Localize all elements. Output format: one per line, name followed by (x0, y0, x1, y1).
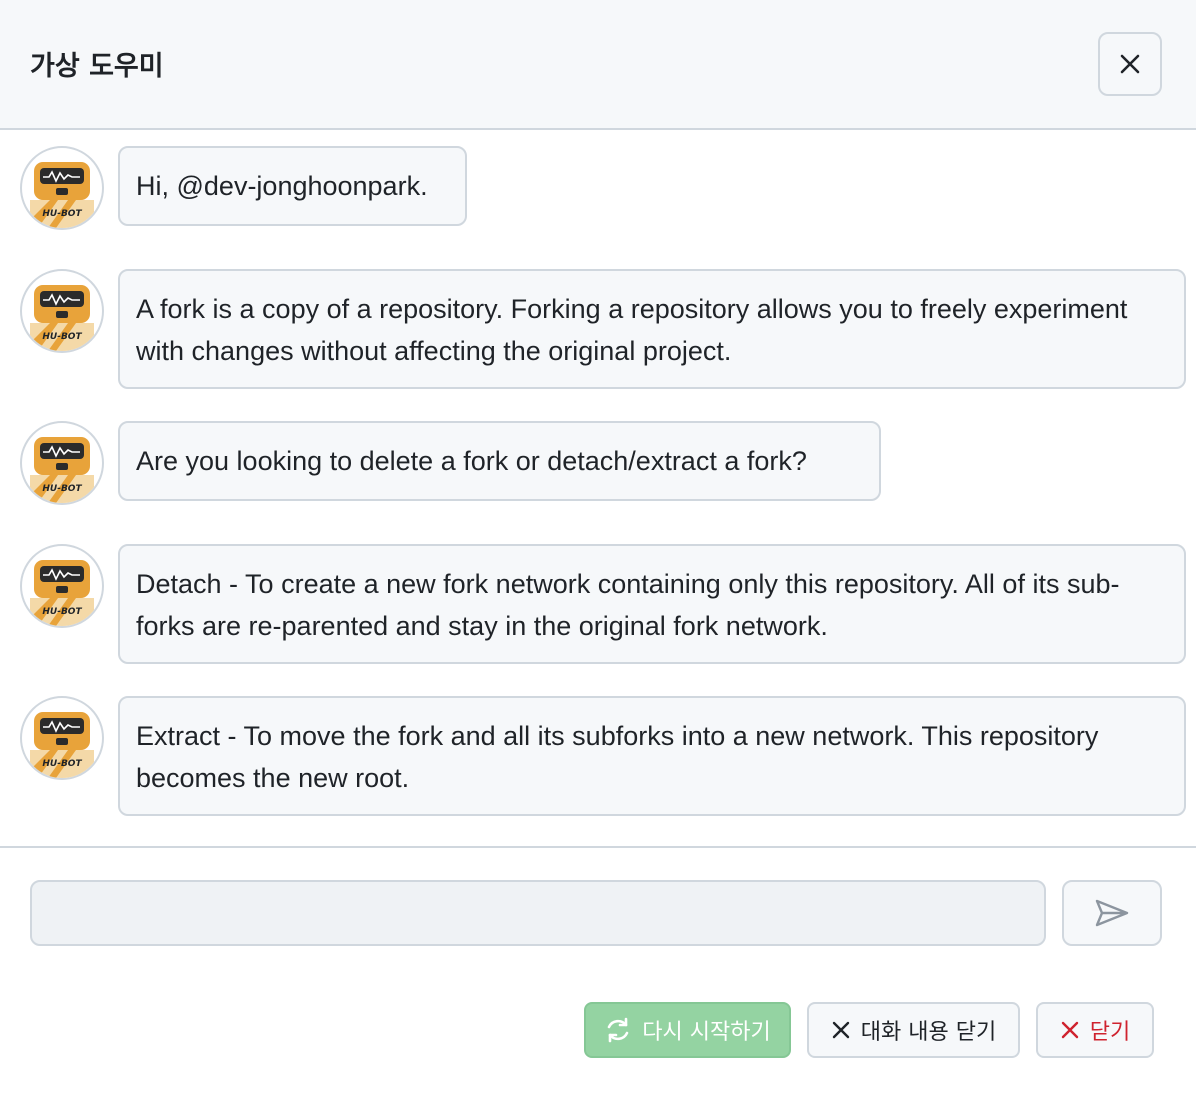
close-icon (1061, 1021, 1078, 1039)
message-bubble: Are you looking to delete a fork or deta… (118, 421, 881, 501)
robot-icon: HU-BOT (30, 712, 94, 778)
bot-avatar: HU-BOT (20, 146, 104, 230)
bot-badge-text: HU-BOT (42, 332, 82, 342)
close-chat-button[interactable]: 대화 내용 닫기 (807, 1002, 1020, 1058)
dialog-title: 가상 도우미 (30, 51, 164, 82)
send-button[interactable] (1062, 880, 1162, 946)
robot-icon: HU-BOT (30, 437, 94, 503)
close-button[interactable]: 닫기 (1036, 1002, 1154, 1058)
refresh-icon (607, 1017, 629, 1043)
bot-badge-text: HU-BOT (42, 607, 82, 617)
bot-avatar: HU-BOT (20, 544, 104, 628)
send-icon (1095, 899, 1129, 927)
robot-icon: HU-BOT (30, 162, 94, 228)
close-chat-label: 대화 내용 닫기 (860, 1020, 997, 1045)
close-dialog-button[interactable] (1098, 32, 1162, 96)
dialog-header: 가상 도우미 (0, 0, 1196, 130)
close-label: 닫기 (1089, 1020, 1131, 1045)
bot-badge-text: HU-BOT (42, 209, 82, 219)
robot-icon: HU-BOT (30, 560, 94, 626)
bot-badge-text: HU-BOT (42, 484, 82, 494)
bot-avatar: HU-BOT (20, 269, 104, 353)
message-bubble: A fork is a copy of a repository. Forkin… (118, 269, 1186, 389)
assistant-dialog: 가상 도우미 HU-BOT Hi, @dev-jonghoonpark. HU-… (0, 0, 1196, 1098)
bot-badge-text: HU-BOT (42, 759, 82, 769)
close-icon (832, 1021, 849, 1039)
message-list: HU-BOT Hi, @dev-jonghoonpark. HU-BOT A f… (0, 130, 1196, 846)
composer-divider (0, 846, 1196, 848)
bot-avatar: HU-BOT (20, 421, 104, 505)
restart-button[interactable]: 다시 시작하기 (584, 1002, 791, 1058)
message-bubble: Extract - To move the fork and all its s… (118, 696, 1186, 816)
message-bubble: Detach - To create a new fork network co… (118, 544, 1186, 664)
bot-avatar: HU-BOT (20, 696, 104, 780)
robot-icon: HU-BOT (30, 285, 94, 351)
message-input[interactable] (30, 880, 1046, 946)
restart-label: 다시 시작하기 (642, 1020, 771, 1045)
close-icon (1120, 54, 1140, 74)
message-bubble: Hi, @dev-jonghoonpark. (118, 146, 467, 226)
